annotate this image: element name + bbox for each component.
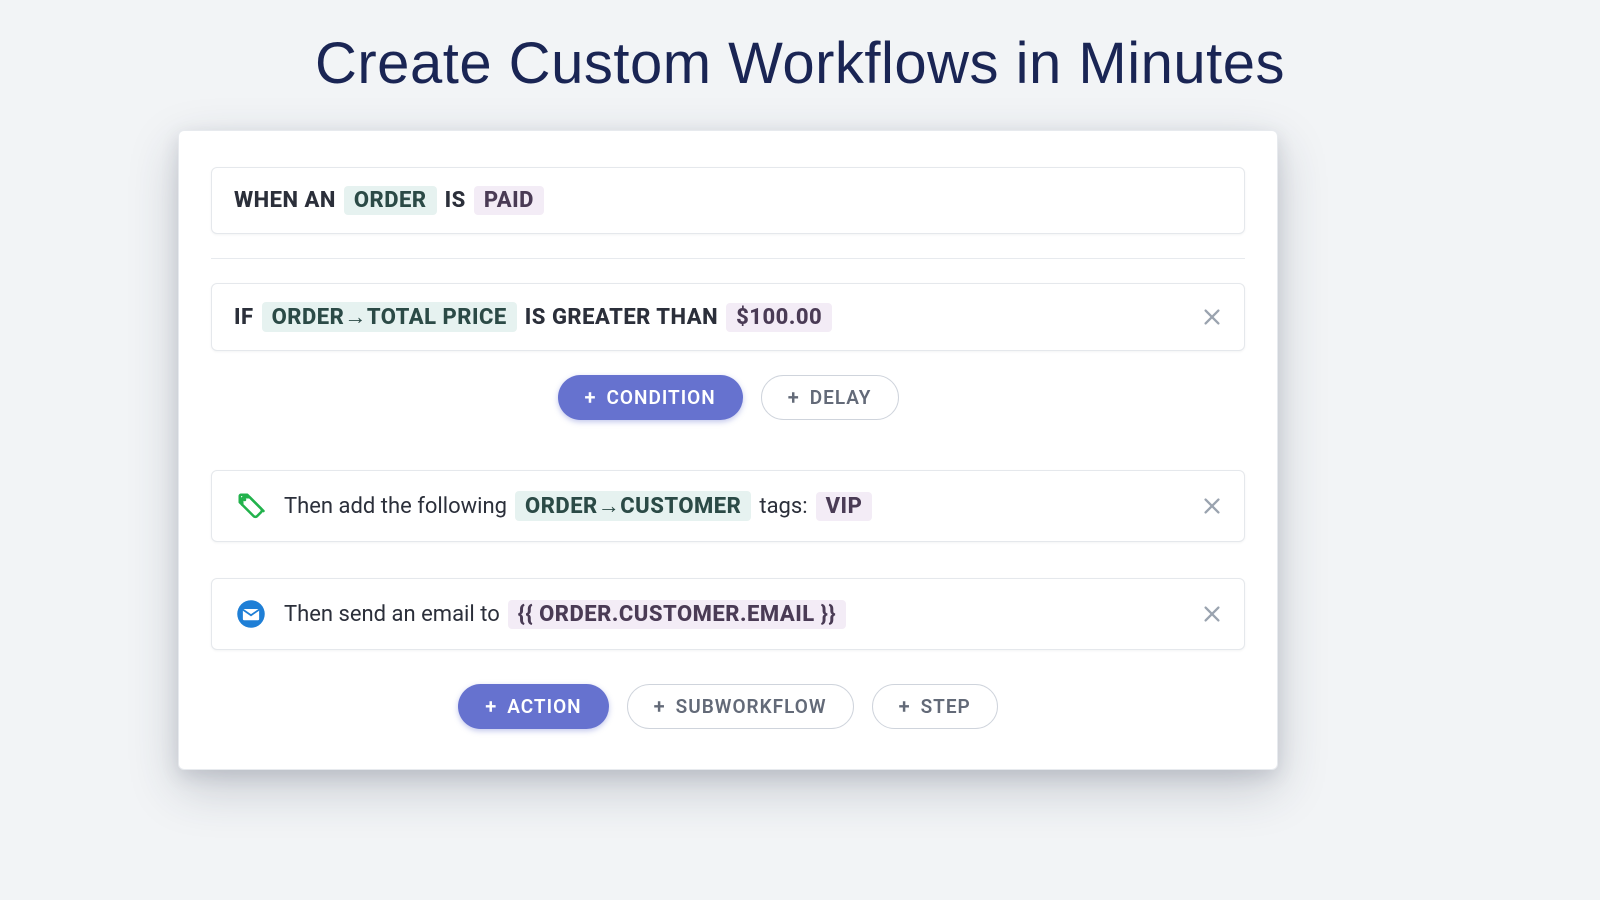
action-after: tags:: [759, 494, 807, 519]
workflow-panel: WHEN AN ORDER IS PAID IF ORDER→TOTAL PRI…: [178, 130, 1278, 770]
add-delay-label: DELAY: [810, 386, 872, 409]
plus-icon: +: [788, 387, 800, 407]
trigger-entity-chip[interactable]: ORDER: [344, 186, 437, 215]
close-icon: [1201, 495, 1223, 517]
condition-value-chip[interactable]: $100.00: [726, 303, 832, 332]
close-icon: [1201, 306, 1223, 328]
mail-icon: [234, 597, 268, 631]
plus-icon: +: [585, 387, 597, 407]
condition-path-chip[interactable]: ORDER→TOTAL PRICE: [262, 302, 517, 332]
close-icon: [1201, 603, 1223, 625]
add-delay-button[interactable]: + DELAY: [761, 375, 899, 420]
action-tag-chip[interactable]: VIP: [816, 492, 873, 521]
trigger-state-chip[interactable]: PAID: [474, 186, 544, 215]
remove-action-button[interactable]: [1194, 596, 1230, 632]
add-subworkflow-button[interactable]: + SUBWORKFLOW: [627, 684, 854, 729]
action-card-tag[interactable]: Then add the following ORDER→CUSTOMER ta…: [211, 470, 1245, 542]
plus-icon: +: [899, 696, 911, 716]
add-action-label: ACTION: [507, 695, 581, 718]
divider: [211, 258, 1245, 259]
action-path-chip[interactable]: ORDER→CUSTOMER: [515, 491, 751, 521]
plus-icon: +: [654, 696, 666, 716]
add-condition-button[interactable]: + CONDITION: [558, 375, 743, 420]
trigger-mid: IS: [445, 188, 466, 213]
add-step-button[interactable]: + STEP: [872, 684, 998, 729]
trigger-card[interactable]: WHEN AN ORDER IS PAID: [211, 167, 1245, 234]
remove-condition-button[interactable]: [1194, 299, 1230, 335]
add-step-label: STEP: [921, 695, 971, 718]
add-subworkflow-label: SUBWORKFLOW: [676, 695, 827, 718]
action-buttons-row: + ACTION + SUBWORKFLOW + STEP: [211, 684, 1245, 729]
condition-prefix: IF: [234, 305, 254, 330]
condition-op: IS GREATER THAN: [525, 305, 718, 330]
condition-buttons-row: + CONDITION + DELAY: [211, 375, 1245, 420]
remove-action-button[interactable]: [1194, 488, 1230, 524]
action-text: Then send an email to: [284, 602, 500, 627]
page-title: Create Custom Workflows in Minutes: [0, 0, 1600, 97]
tag-icon: [234, 489, 268, 523]
action-card-email[interactable]: Then send an email to {{ ORDER.CUSTOMER.…: [211, 578, 1245, 650]
action-text: Then add the following: [284, 494, 507, 519]
plus-icon: +: [485, 696, 497, 716]
add-action-button[interactable]: + ACTION: [458, 684, 608, 729]
action-expr-chip[interactable]: {{ ORDER.CUSTOMER.EMAIL }}: [508, 600, 846, 629]
condition-card[interactable]: IF ORDER→TOTAL PRICE IS GREATER THAN $10…: [211, 283, 1245, 351]
trigger-prefix: WHEN AN: [234, 188, 336, 213]
actions-stack: Then add the following ORDER→CUSTOMER ta…: [211, 470, 1245, 650]
add-condition-label: CONDITION: [607, 386, 716, 409]
